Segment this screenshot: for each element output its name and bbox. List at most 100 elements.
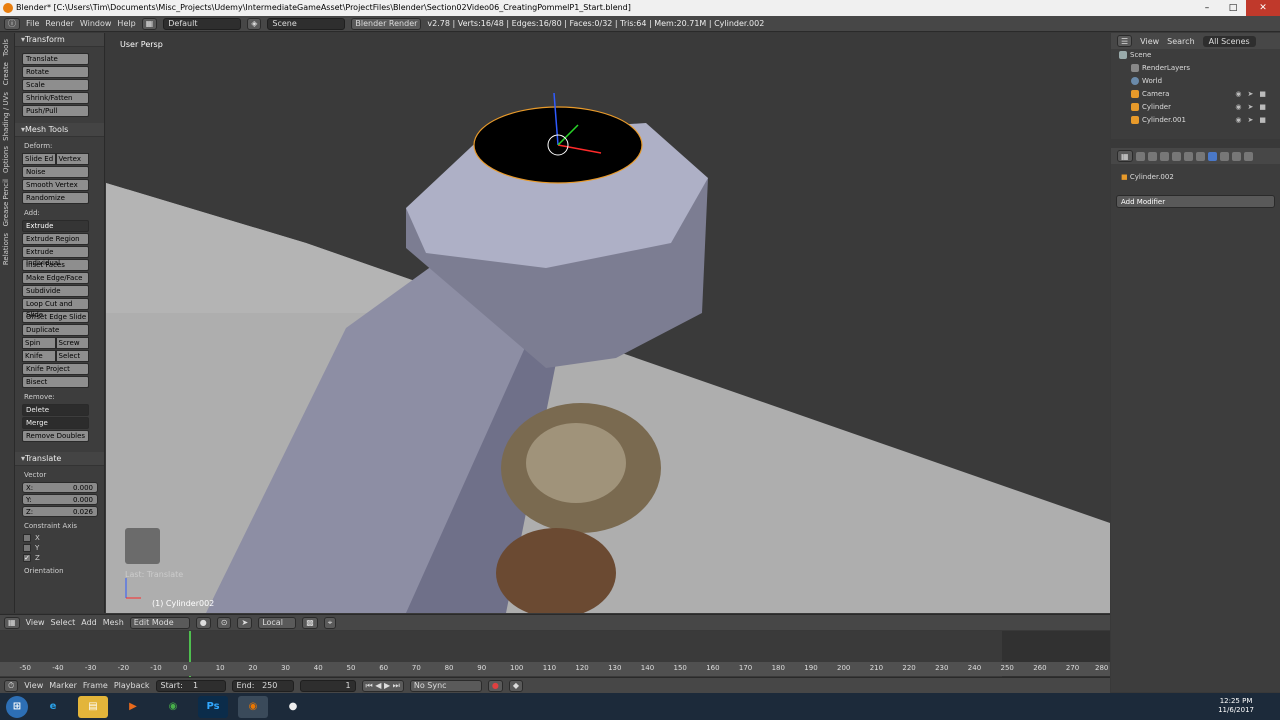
outliner-menu-search[interactable]: Search xyxy=(1167,37,1194,46)
tab-create[interactable]: Create xyxy=(2,62,10,85)
timeline-menu-playback[interactable]: Playback xyxy=(114,681,150,690)
constraint-x-checkbox[interactable]: X xyxy=(15,532,104,542)
system-clock[interactable]: 12:25 PM 11/6/2017 xyxy=(1218,697,1254,715)
outliner-filter-select[interactable]: All Scenes xyxy=(1202,35,1256,47)
render-tab-icon[interactable] xyxy=(1135,151,1145,161)
menu-file[interactable]: File xyxy=(26,19,39,28)
mode-select[interactable]: Edit Mode xyxy=(129,616,190,629)
outliner-item-cylinder-001[interactable]: Cylinder.001 ◉➤■ xyxy=(1111,114,1280,127)
start-icon[interactable]: ⊞ xyxy=(6,695,28,718)
world-tab-icon[interactable] xyxy=(1171,151,1181,161)
end-frame-field[interactable]: End: 250 xyxy=(231,679,294,692)
start-frame-field[interactable]: Start: 1 xyxy=(155,679,226,692)
remove-doubles-button[interactable]: Remove Doubles xyxy=(22,430,89,442)
maximize-icon[interactable]: □ xyxy=(1220,0,1246,16)
tab-tools[interactable]: Tools xyxy=(2,39,10,56)
keyframe-icon[interactable]: ◆ xyxy=(508,679,524,692)
vector-y-field[interactable]: Y: 0.000 xyxy=(22,494,98,505)
duplicate-button[interactable]: Duplicate xyxy=(22,324,89,336)
outliner-editor-icon[interactable]: ☰ xyxy=(1117,35,1133,47)
transform-panel-header[interactable]: Transform xyxy=(15,33,104,47)
screw-button[interactable]: Screw xyxy=(55,337,89,349)
tab-grease-pencil[interactable]: Grease Pencil xyxy=(2,179,10,226)
photoshop-icon[interactable]: Ps xyxy=(198,695,228,718)
add-modifier-button[interactable]: Add Modifier xyxy=(1116,195,1275,208)
playback-controls-icon[interactable]: ⏮ ◀ ▶ ⏭ xyxy=(361,679,404,692)
menu-mesh[interactable]: Mesh xyxy=(103,618,124,627)
ie-icon[interactable]: e xyxy=(38,696,68,718)
constraint-y-checkbox[interactable]: Y xyxy=(15,542,104,552)
smooth-vertex-button[interactable]: Smooth Vertex xyxy=(22,179,89,191)
noise-button[interactable]: Noise xyxy=(22,166,89,178)
rotate-button[interactable]: Rotate xyxy=(22,66,89,78)
menu-view[interactable]: View xyxy=(26,618,45,627)
outliner-menu-view[interactable]: View xyxy=(1140,37,1159,46)
extrude-individual-button[interactable]: Extrude Individual xyxy=(22,246,89,267)
mesh-tools-panel-header[interactable]: Mesh Tools xyxy=(15,123,104,137)
vector-x-field[interactable]: X: 0.000 xyxy=(22,482,98,493)
knife-button[interactable]: Knife xyxy=(22,350,56,362)
outliner-item-renderlayers[interactable]: RenderLayers xyxy=(1111,62,1280,75)
timeline-menu-view[interactable]: View xyxy=(24,681,43,690)
data-tab-icon[interactable] xyxy=(1219,151,1229,161)
constraints-tab-icon[interactable] xyxy=(1195,151,1205,161)
menu-add[interactable]: Add xyxy=(81,618,97,627)
obs-icon[interactable]: ● xyxy=(278,696,308,718)
timeline[interactable]: -50 -40 -30 -20 -10 0 10 20 30 40 50 60 70 80 90 100 110… xyxy=(0,631,1110,677)
layer-icon[interactable]: ▩ xyxy=(302,616,318,629)
merge-menu-button[interactable]: Merge xyxy=(22,417,89,429)
constraint-z-checkbox[interactable]: ✓ Z xyxy=(15,552,104,562)
explorer-icon[interactable]: ▤ xyxy=(78,695,108,718)
randomize-button[interactable]: Randomize xyxy=(22,192,89,204)
object-tab-icon[interactable] xyxy=(1183,151,1193,161)
texture-tab-icon[interactable] xyxy=(1243,151,1253,161)
menu-select[interactable]: Select xyxy=(51,618,76,627)
extrude-region-button[interactable]: Extrude Region xyxy=(22,233,89,245)
tab-options[interactable]: Options xyxy=(2,146,10,173)
3d-viewport[interactable]: User Persp Last: Translate (1) Cylinder0… xyxy=(106,33,1110,613)
sync-mode-select[interactable]: No Sync xyxy=(409,679,482,692)
timeline-menu-marker[interactable]: Marker xyxy=(49,681,77,690)
loop-cut-button[interactable]: Loop Cut and Slide xyxy=(22,298,89,319)
layout-icon[interactable]: ▦ xyxy=(141,17,158,30)
layers-tab-icon[interactable] xyxy=(1147,151,1157,161)
screen-layout-field[interactable]: Default xyxy=(163,17,242,30)
translate-button[interactable]: Translate xyxy=(22,53,89,65)
orientation-select[interactable]: Local xyxy=(258,616,297,629)
operator-panel-header[interactable]: Translate xyxy=(15,452,104,466)
offset-edge-slide-button[interactable]: Offset Edge Slide xyxy=(22,311,89,323)
shading-icon[interactable]: ● xyxy=(195,616,211,629)
push-pull-button[interactable]: Push/Pull xyxy=(22,105,89,117)
make-edge-face-button[interactable]: Make Edge/Face xyxy=(22,272,89,284)
outliner-item-cylinder[interactable]: Cylinder ◉➤■ xyxy=(1111,101,1280,114)
subdivide-button[interactable]: Subdivide xyxy=(22,285,89,297)
chrome-icon[interactable]: ◉ xyxy=(158,696,188,718)
spin-button[interactable]: Spin xyxy=(22,337,56,349)
outliner-item-world[interactable]: World xyxy=(1111,75,1280,88)
outliner-item-camera[interactable]: Camera ◉➤■ xyxy=(1111,88,1280,101)
menu-window[interactable]: Window xyxy=(80,19,112,28)
editor-type-3d-icon[interactable]: ▦ xyxy=(4,616,20,629)
minimize-icon[interactable]: – xyxy=(1194,0,1220,16)
editor-type-icon[interactable]: ⓘ xyxy=(4,17,20,30)
media-icon[interactable]: ▶ xyxy=(118,696,148,718)
menu-render[interactable]: Render xyxy=(45,19,73,28)
current-frame-field[interactable]: 1 xyxy=(299,679,356,692)
record-icon[interactable]: ● xyxy=(487,679,503,692)
material-tab-icon[interactable] xyxy=(1231,151,1241,161)
scene-tab-icon[interactable] xyxy=(1159,151,1169,161)
properties-editor-icon[interactable]: ▦ xyxy=(1117,150,1133,162)
snap-icon[interactable]: ⌖ xyxy=(323,616,337,629)
vector-z-field[interactable]: Z: 0.026 xyxy=(22,506,98,517)
outliner-item-scene[interactable]: Scene xyxy=(1111,49,1280,62)
close-icon[interactable]: ✕ xyxy=(1246,0,1280,16)
knife-project-button[interactable]: Knife Project xyxy=(22,363,89,375)
blender-icon[interactable]: ◉ xyxy=(238,695,268,718)
knife-select-button[interactable]: Select xyxy=(55,350,89,362)
scene-icon[interactable]: ◈ xyxy=(247,17,262,30)
menu-help[interactable]: Help xyxy=(117,19,135,28)
slide-edge-button[interactable]: Slide Ed xyxy=(22,153,56,165)
inset-faces-button[interactable]: Inset Faces xyxy=(22,259,89,271)
delete-menu-button[interactable]: Delete xyxy=(22,404,89,416)
tab-relations[interactable]: Relations xyxy=(2,233,10,265)
